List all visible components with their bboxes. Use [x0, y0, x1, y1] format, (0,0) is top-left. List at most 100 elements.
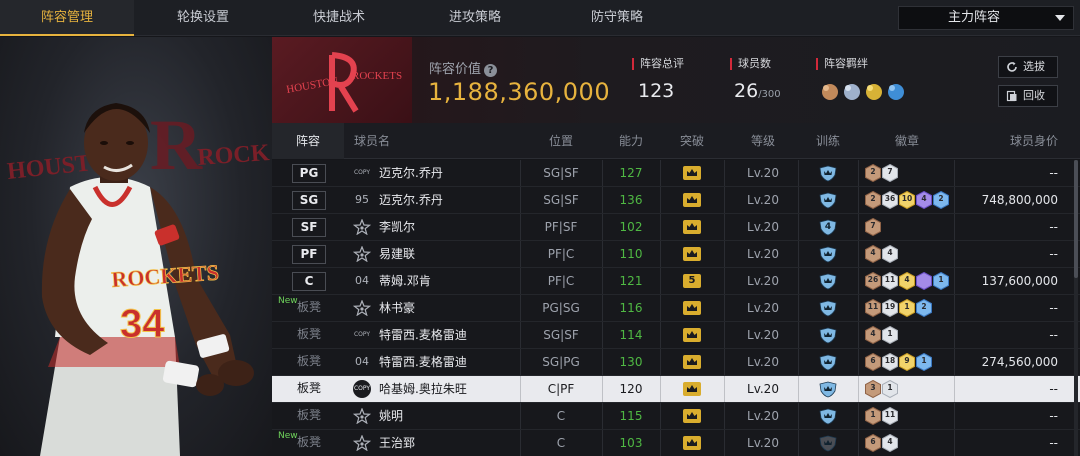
table-row[interactable]: SF 李凯尔 PF|SF 102 Lv.20 4 7 -- — [272, 214, 1080, 241]
player-name[interactable]: 迈克尔.乔丹 — [379, 160, 443, 186]
crown-icon[interactable] — [683, 301, 701, 315]
crown-icon[interactable] — [683, 220, 701, 234]
player-name[interactable]: 蒂姆.邓肯 — [379, 268, 431, 294]
crown-icon[interactable] — [683, 382, 701, 396]
player-name[interactable]: 特雷西.麦格雷迪 — [379, 322, 467, 348]
training-shield-icon[interactable]: 4 — [818, 219, 838, 236]
player-name[interactable]: 特雷西.麦格雷迪 — [379, 349, 467, 375]
lineup-slot[interactable]: 板凳 — [292, 434, 326, 453]
lineup-slot[interactable]: PF — [292, 245, 326, 264]
table-row[interactable]: SG 95 迈克尔.乔丹 SG|SF 136 Lv.20 2 36 10 4 2 748,800,00… — [272, 187, 1080, 214]
column-divider — [858, 322, 859, 348]
table-row[interactable]: 板凳 COPY 哈基姆.奥拉朱旺 C|PF 120 Lv.20 3 1 -- — [272, 376, 1080, 403]
crown-icon[interactable] — [683, 355, 701, 369]
col-level[interactable]: 等级 — [728, 123, 798, 159]
lineup-slot[interactable]: SG — [292, 191, 326, 210]
training-shield-icon[interactable] — [818, 246, 838, 263]
crown-icon[interactable] — [683, 247, 701, 261]
tab-quick-tactics[interactable]: 快捷战术 — [272, 0, 406, 36]
col-player-value[interactable]: 球员身价 — [958, 123, 1058, 159]
badge-list[interactable]: 31 — [865, 380, 899, 399]
player-level: Lv.20 — [747, 166, 779, 180]
badge-list[interactable]: 7 — [865, 218, 882, 237]
badge-list[interactable]: 44 — [865, 245, 899, 264]
player-name[interactable]: 王治郅 — [379, 430, 415, 456]
training-shield-icon[interactable] — [818, 435, 838, 452]
tab-defense-strategy[interactable]: 防守策略 — [550, 0, 684, 36]
player-name[interactable]: 易建联 — [379, 241, 415, 267]
col-position[interactable]: 位置 — [520, 123, 602, 159]
training-shield-icon[interactable] — [818, 354, 838, 371]
scrollbar-thumb[interactable] — [1074, 160, 1078, 278]
lineup-slot[interactable]: 板凳 — [292, 299, 326, 318]
col-player-name[interactable]: 球员名 — [354, 123, 390, 159]
lineup-slot[interactable]: 板凳 — [292, 407, 326, 426]
training-shield-icon[interactable] — [818, 192, 838, 209]
bond-icon-list[interactable] — [820, 81, 920, 103]
table-row[interactable]: C 04 蒂姆.邓肯 PF|C 121 5 Lv.20 26 11 4 1 137,600,000 — [272, 268, 1080, 295]
lineup-slot[interactable]: SF — [292, 218, 326, 237]
badge-list[interactable]: 2 36 10 4 2 — [865, 191, 950, 210]
training-shield-icon[interactable] — [818, 327, 838, 344]
table-row[interactable]: PF 易建联 PF|C 110 Lv.20 4 4 -- — [272, 241, 1080, 268]
col-breakthrough[interactable]: 突破 — [660, 123, 724, 159]
badge-silver-icon: 36 — [882, 191, 898, 209]
table-row[interactable]: New 板凳 王治郅 C 103 Lv.20 6 4 -- — [272, 430, 1080, 456]
column-divider — [660, 214, 661, 240]
player-name[interactable]: 姚明 — [379, 403, 403, 429]
player-name[interactable]: 李凯尔 — [379, 214, 415, 240]
team-summary: HOUSTON ROCKETS 阵容价值? 1,188,360,000 阵容总评… — [272, 37, 1080, 123]
lineup-dropdown[interactable]: 主力阵容 — [898, 6, 1074, 30]
lineup-slot[interactable]: 板凳 — [292, 326, 326, 345]
lineup-bond-label: 阵容羁绊 — [816, 58, 868, 70]
table-scrollbar[interactable] — [1074, 160, 1078, 456]
crown-icon[interactable] — [683, 193, 701, 207]
help-icon[interactable]: ? — [484, 64, 498, 77]
badge-silver-icon: 19 — [882, 299, 898, 317]
crown-icon[interactable] — [683, 409, 701, 423]
col-training[interactable]: 训练 — [798, 123, 858, 159]
badge-list[interactable]: 11 19 1 2 — [865, 299, 933, 318]
training-shield-icon[interactable] — [818, 408, 838, 425]
lineup-slot[interactable]: C — [292, 272, 326, 291]
recycle-icon — [1006, 90, 1017, 102]
badge-list[interactable]: 27 — [865, 164, 899, 183]
tab-rotation-settings[interactable]: 轮换设置 — [136, 0, 270, 36]
crown-icon[interactable] — [683, 166, 701, 180]
table-row[interactable]: New 板凳 林书豪 PG|SG 116 Lv.20 11 19 1 2 -- — [272, 295, 1080, 322]
player-name[interactable]: 迈克尔.乔丹 — [379, 187, 443, 213]
badge-list[interactable]: 26 11 4 1 — [865, 272, 950, 291]
col-ability[interactable]: 能力 — [602, 123, 660, 159]
player-value: -- — [1049, 409, 1058, 423]
badge-list[interactable]: 1 11 — [865, 407, 899, 426]
lineup-slot[interactable]: 板凳 — [292, 353, 326, 372]
badge-list[interactable]: 41 — [865, 326, 899, 345]
tab-offense-strategy[interactable]: 进攻策略 — [408, 0, 542, 36]
table-row[interactable]: 板凳 04 特雷西.麦格雷迪 SG|PG 130 Lv.20 6 18 9 1 274,560,00… — [272, 349, 1080, 376]
select-button[interactable]: 选拔 — [998, 56, 1058, 78]
player-position: C|PF — [547, 382, 575, 396]
training-shield-icon[interactable] — [818, 165, 838, 182]
copy-card-icon: COPY — [353, 331, 371, 338]
training-shield-icon[interactable] — [818, 381, 838, 398]
table-row[interactable]: 板凳 COPY 特雷西.麦格雷迪 SG|SF 114 Lv.20 4 1 -- — [272, 322, 1080, 349]
player-name[interactable]: 哈基姆.奥拉朱旺 — [379, 376, 467, 402]
training-shield-icon[interactable] — [818, 273, 838, 290]
table-row[interactable]: PG COPY 迈克尔.乔丹 SG|SF 127 Lv.20 2 7 -- — [272, 160, 1080, 187]
tab-lineup-management[interactable]: 阵容管理 — [0, 0, 134, 36]
col-badges[interactable]: 徽章 — [862, 123, 952, 159]
training-shield-icon[interactable] — [818, 300, 838, 317]
table-row[interactable]: 板凳 姚明 C 115 Lv.20 1 11 -- — [272, 403, 1080, 430]
col-lineup[interactable]: 阵容 — [272, 123, 344, 159]
recycle-button[interactable]: 回收 — [998, 85, 1058, 107]
player-name[interactable]: 林书豪 — [379, 295, 415, 321]
chevron-down-icon — [1055, 15, 1065, 21]
crown-icon[interactable] — [683, 328, 701, 342]
star-card-icon — [352, 434, 372, 452]
crown-icon[interactable] — [683, 436, 701, 450]
badge-list[interactable]: 64 — [865, 434, 899, 453]
badge-list[interactable]: 6 18 9 1 — [865, 353, 933, 372]
breakthrough-level[interactable]: 5 — [683, 274, 701, 288]
lineup-slot[interactable]: 板凳 — [292, 380, 326, 399]
lineup-slot[interactable]: PG — [292, 164, 326, 183]
